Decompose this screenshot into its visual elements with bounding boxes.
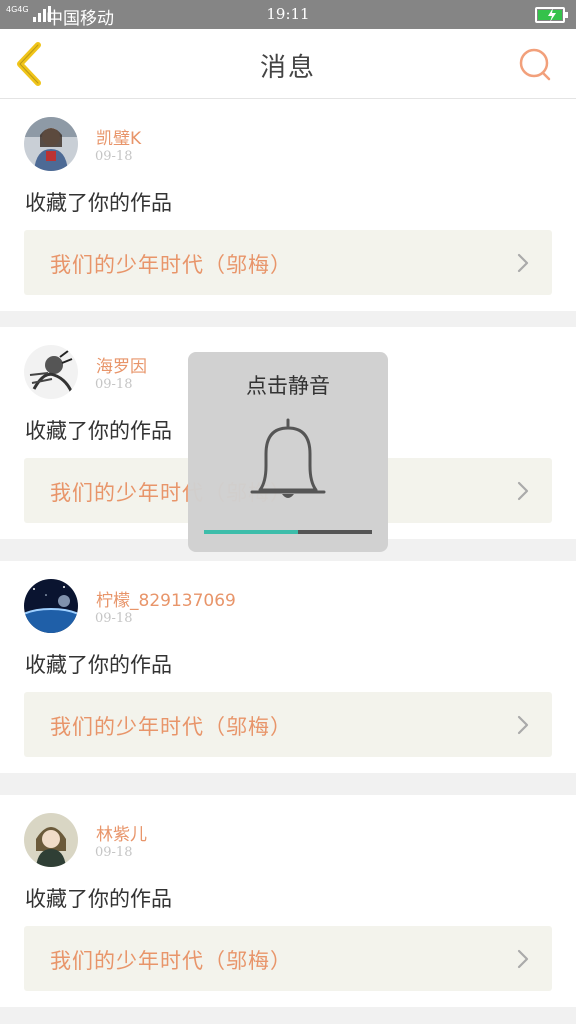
avatar[interactable] — [24, 579, 78, 633]
volume-level — [204, 530, 299, 534]
chevron-right-icon — [517, 949, 529, 969]
action-text: 收藏了你的作品 — [25, 191, 172, 215]
username[interactable]: 凯璧K — [96, 124, 141, 149]
username[interactable]: 海罗因 — [96, 352, 147, 377]
message-date: 09-18 — [95, 845, 133, 860]
page-title: 消息 — [259, 53, 316, 83]
search-button[interactable] — [516, 45, 554, 83]
avatar[interactable] — [24, 813, 78, 867]
username[interactable]: 柠檬_829137069 — [96, 586, 236, 611]
mute-label: 点击静音 — [246, 374, 330, 398]
message-card: 林紫儿 09-18 收藏了你的作品 我们的少年时代（邬梅） — [0, 795, 576, 1007]
action-text: 收藏了你的作品 — [25, 653, 172, 677]
avatar[interactable] — [24, 345, 78, 399]
message-date: 09-18 — [95, 611, 133, 626]
action-text: 收藏了你的作品 — [25, 419, 172, 443]
avatar[interactable] — [24, 117, 78, 171]
action-text: 收藏了你的作品 — [25, 887, 172, 911]
work-title: 我们的少年时代（邬梅） — [50, 253, 292, 277]
status-bar: 4G4G 中国移动 19:11 — [0, 0, 576, 29]
avatar-photo-icon — [24, 117, 78, 171]
avatar-sketch-icon — [24, 345, 78, 399]
username[interactable]: 林紫儿 — [96, 820, 147, 845]
message-date: 09-18 — [95, 149, 133, 164]
work-title: 我们的少年时代（邬梅） — [50, 949, 292, 973]
chevron-right-icon — [517, 715, 529, 735]
work-link[interactable]: 我们的少年时代（邬梅） — [24, 692, 552, 757]
battery-icon — [535, 7, 568, 23]
charging-bolt-icon — [548, 8, 556, 22]
avatar-anime-icon — [24, 813, 78, 867]
mute-toast[interactable]: 点击静音 — [188, 352, 388, 552]
work-title: 我们的少年时代（邬梅） — [50, 715, 292, 739]
clock: 19:11 — [266, 5, 310, 23]
work-link[interactable]: 我们的少年时代（邬梅） — [24, 926, 552, 991]
avatar-planet-icon — [24, 579, 78, 633]
message-card: 柠檬_829137069 09-18 收藏了你的作品 我们的少年时代（邬梅） — [0, 561, 576, 773]
work-link[interactable]: 我们的少年时代（邬梅） — [24, 230, 552, 295]
volume-slider[interactable] — [204, 530, 372, 534]
chevron-right-icon — [517, 253, 529, 273]
message-date: 09-18 — [95, 377, 133, 392]
search-icon — [519, 48, 551, 81]
chevron-right-icon — [517, 481, 529, 501]
message-card: 凯璧K 09-18 收藏了你的作品 我们的少年时代（邬梅） — [0, 99, 576, 311]
header-bar: 消息 — [0, 29, 576, 99]
bell-icon — [250, 418, 326, 498]
